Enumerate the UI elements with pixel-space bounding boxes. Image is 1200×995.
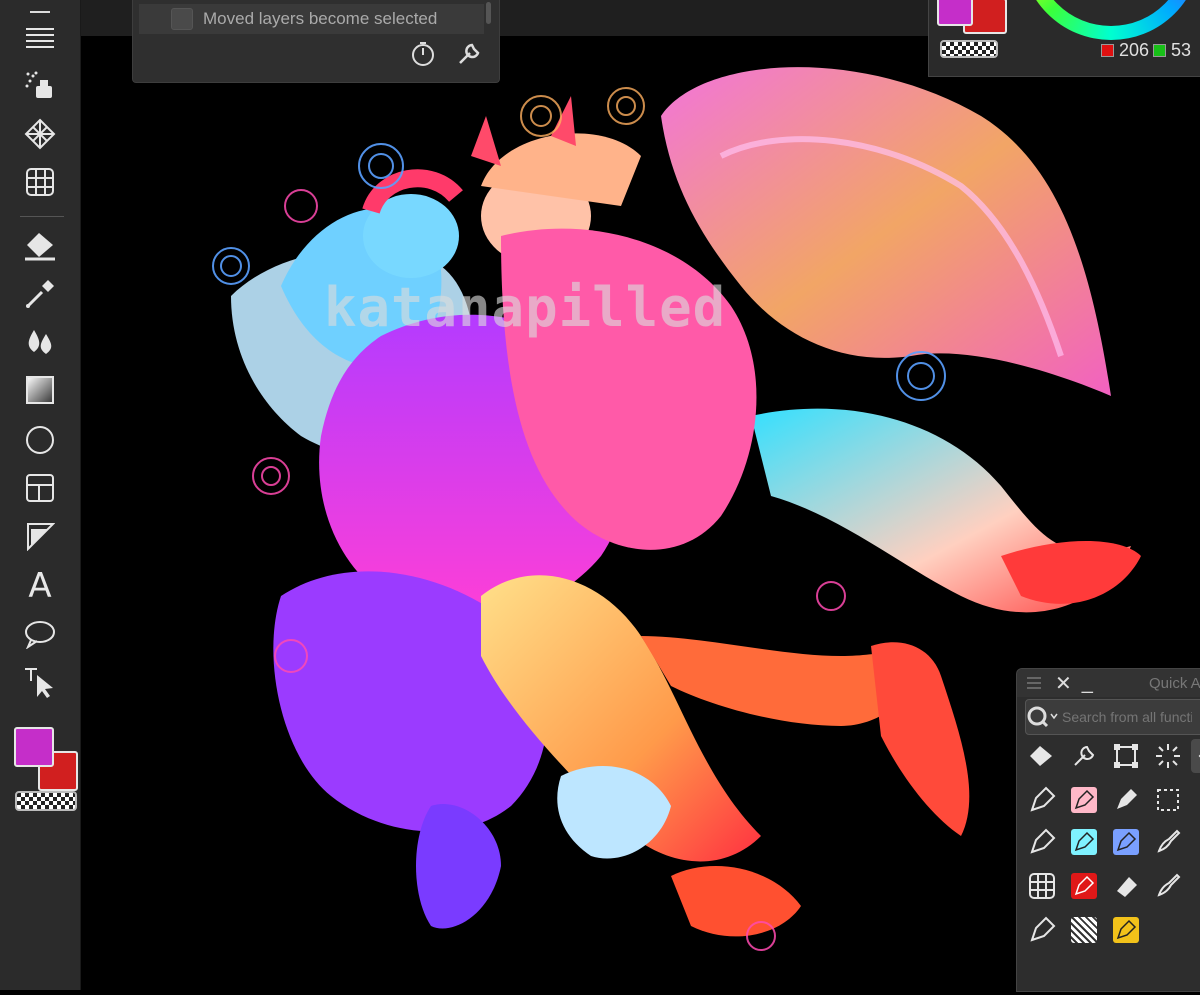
- tool-property-panel: Moved layers become selected: [132, 0, 500, 83]
- partial-tool-icon[interactable]: [1191, 783, 1200, 817]
- pen-icon[interactable]: [1025, 825, 1059, 859]
- red-channel-icon: [1101, 44, 1114, 57]
- option-row[interactable]: Moved layers become selected: [139, 4, 484, 34]
- search-box[interactable]: [1025, 699, 1200, 735]
- decoration-pattern-icon[interactable]: [14, 114, 66, 154]
- partial-tool-icon[interactable]: [1191, 869, 1200, 903]
- color-icon-panel: [12, 725, 78, 815]
- gold-pen-icon[interactable]: [1109, 913, 1143, 947]
- operation-icon[interactable]: [14, 662, 66, 702]
- brush-icon[interactable]: [1151, 869, 1185, 903]
- transparent-color-swatch[interactable]: [940, 40, 998, 58]
- 3d-grid-icon[interactable]: [1025, 869, 1059, 903]
- search-input[interactable]: [1060, 708, 1194, 726]
- ruler-icon[interactable]: [14, 516, 66, 556]
- cyan-pen-icon[interactable]: [1067, 825, 1101, 859]
- eraser-icon[interactable]: [1109, 869, 1143, 903]
- fill-tool-icon[interactable]: [1025, 739, 1059, 773]
- frame-border-icon[interactable]: [14, 468, 66, 508]
- marker-icon[interactable]: [1109, 783, 1143, 817]
- 3d-grid-icon[interactable]: [14, 162, 66, 202]
- pen-icon[interactable]: [1025, 783, 1059, 817]
- blend-icon[interactable]: [14, 322, 66, 362]
- manga-tone-icon[interactable]: [1067, 913, 1101, 947]
- artist-watermark: katanapilled: [324, 276, 727, 339]
- speech-balloon-icon[interactable]: [14, 614, 66, 654]
- red-value: 206: [1119, 40, 1150, 60]
- panel-title-bar: ✕ _ Quick A: [1017, 669, 1200, 697]
- option-label: Moved layers become selected: [203, 9, 438, 28]
- wrench-icon[interactable]: [455, 40, 483, 68]
- wrench-icon[interactable]: [1067, 739, 1101, 773]
- menu-icon[interactable]: [14, 18, 66, 58]
- reset-timer-icon[interactable]: [409, 40, 437, 68]
- drag-handle-icon[interactable]: [1027, 677, 1041, 689]
- selection-icon[interactable]: [1151, 783, 1185, 817]
- moved-layers-checkbox[interactable]: [171, 8, 193, 30]
- green-channel-icon: [1153, 44, 1166, 57]
- gradient-icon[interactable]: [14, 370, 66, 410]
- text-icon[interactable]: A: [14, 566, 66, 606]
- search-icon: [1027, 706, 1058, 728]
- ellipse-figure-icon[interactable]: [14, 420, 66, 460]
- transparent-color-swatch[interactable]: [15, 791, 77, 811]
- pink-pen-icon[interactable]: [1067, 783, 1101, 817]
- blue-pen-icon[interactable]: [1109, 825, 1143, 859]
- color-wheel-panel: 206 53: [928, 0, 1200, 77]
- minimize-icon[interactable]: _: [1082, 672, 1093, 695]
- color-swatch-group: [937, 0, 1007, 64]
- panel-title: Quick A: [1149, 674, 1200, 692]
- move-layer-icon[interactable]: [1191, 739, 1200, 773]
- brush-icon[interactable]: [1151, 825, 1185, 859]
- loading-icon[interactable]: [1151, 739, 1185, 773]
- main-color-swatch[interactable]: [14, 727, 54, 767]
- green-value: 53: [1171, 40, 1192, 60]
- pen-icon[interactable]: [1025, 913, 1059, 947]
- transform-icon[interactable]: [1109, 739, 1143, 773]
- close-icon[interactable]: ✕: [1055, 671, 1072, 696]
- scrollbar[interactable]: [486, 2, 491, 24]
- green-value-readout[interactable]: 53: [1153, 40, 1191, 61]
- red-pen-icon[interactable]: [1067, 869, 1101, 903]
- color-wheel[interactable]: [1021, 0, 1200, 40]
- tool-bar: A: [0, 0, 81, 990]
- airbrush-icon[interactable]: [14, 66, 66, 106]
- quick-access-panel: ✕ _ Quick A: [1016, 668, 1200, 992]
- eyedropper-icon[interactable]: [14, 274, 66, 314]
- yellow-pen-icon[interactable]: [1191, 825, 1200, 859]
- fill-icon[interactable]: [14, 226, 66, 266]
- main-color-swatch[interactable]: [937, 0, 973, 26]
- red-value-readout[interactable]: 206: [1101, 40, 1149, 61]
